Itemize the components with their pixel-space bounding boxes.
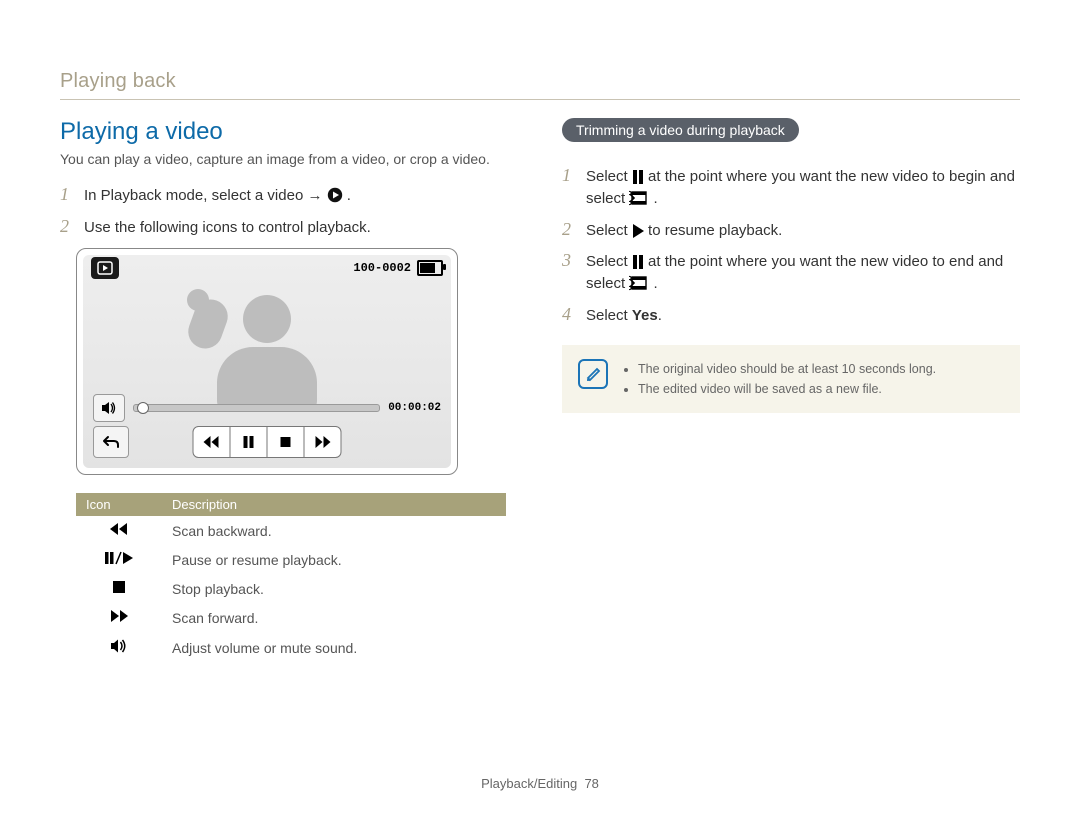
page: Playing back Playing a video You can pla… (0, 0, 1080, 815)
table-row: Scan backward. (76, 516, 506, 545)
pause-play-icon (76, 545, 162, 574)
table-cell-desc: Pause or resume playback. (162, 545, 506, 574)
table-row: Scan forward. (76, 603, 506, 632)
scan-forward-icon[interactable] (305, 426, 342, 458)
step-text: Select at the point where you want the n… (586, 166, 1020, 210)
trim-icon (629, 275, 649, 291)
trim-icon (629, 190, 649, 206)
speaker-icon[interactable] (93, 394, 125, 422)
icon-table: Icon Description Scan backward. (76, 493, 506, 663)
breadcrumb: Playing back (60, 70, 1020, 100)
battery-icon (417, 260, 443, 276)
step-text: Use the following icons to control playb… (84, 217, 518, 239)
table-row: Adjust volume or mute sound. (76, 632, 506, 663)
progress-row: 00:00:02 (93, 394, 441, 422)
trim-step-4: 4 Select Yes. (562, 305, 1020, 327)
step-number: 2 (562, 220, 576, 240)
step-1: 1 In Playback mode, select a video → . (60, 185, 518, 207)
speaker-icon (76, 632, 162, 663)
footer-section: Playback/Editing (481, 776, 577, 791)
stop-icon[interactable] (268, 426, 305, 458)
back-arrow-icon[interactable] (93, 426, 129, 458)
pause-icon (632, 255, 644, 269)
trim-step-1: 1 Select at the point where you want the… (562, 166, 1020, 210)
step-text: Select Yes. (586, 305, 1020, 327)
footer: Playback/Editing 78 (0, 776, 1080, 791)
right-column: Trimming a video during playback 1 Selec… (562, 118, 1020, 663)
progress-knob[interactable] (137, 402, 149, 414)
text-part: . (654, 275, 658, 292)
step-number: 4 (562, 305, 576, 325)
transport-row (93, 426, 441, 458)
text-part: to resume playback. (648, 222, 782, 239)
pause-icon (632, 170, 644, 184)
step-1-prefix: In Playback mode, select a video → (84, 187, 327, 204)
yes-label: Yes (632, 307, 658, 324)
note-item: The original video should be at least 10… (638, 359, 936, 379)
table-row: Pause or resume playback. (76, 545, 506, 574)
video-player-screenshot: 100-0002 00:00:02 (76, 248, 458, 475)
table-row: Stop playback. (76, 574, 506, 603)
status-bar: 100-0002 (83, 255, 451, 281)
note-item: The edited video will be saved as a new … (638, 379, 936, 399)
trim-step-2: 2 Select to resume playback. (562, 220, 1020, 242)
progress-container: 00:00:02 (133, 402, 441, 414)
step-1-suffix: . (347, 187, 351, 204)
table-header-desc: Description (162, 493, 506, 516)
page-title: Playing a video (60, 118, 518, 146)
table-header-icon: Icon (76, 493, 162, 516)
note-box: The original video should be at least 10… (562, 345, 1020, 413)
scan-forward-icon (76, 603, 162, 632)
scan-backward-icon (76, 516, 162, 545)
text-part: Select (586, 253, 632, 270)
table-cell-desc: Adjust volume or mute sound. (162, 632, 506, 663)
step-number: 1 (562, 166, 576, 186)
play-mode-icon (91, 257, 119, 279)
text-part: . (658, 307, 662, 324)
table-cell-desc: Scan backward. (162, 516, 506, 545)
text-part: Select (586, 222, 632, 239)
step-text: In Playback mode, select a video → . (84, 185, 518, 207)
pause-icon[interactable] (231, 426, 268, 458)
left-column: Playing a video You can play a video, ca… (60, 118, 518, 663)
table-cell-desc: Scan forward. (162, 603, 506, 632)
step-text: Select at the point where you want the n… (586, 251, 1020, 295)
file-index: 100-0002 (353, 261, 411, 275)
footer-page: 78 (584, 776, 598, 791)
text-part: Select (586, 307, 632, 324)
stop-icon (76, 574, 162, 603)
note-icon (578, 359, 608, 389)
columns: Playing a video You can play a video, ca… (60, 118, 1020, 663)
transport-controls (193, 426, 342, 458)
progress-bar[interactable] (133, 404, 380, 412)
step-text: Select to resume playback. (586, 220, 1020, 242)
scan-backward-icon[interactable] (193, 426, 231, 458)
text-part: Select (586, 168, 632, 185)
section-pill: Trimming a video during playback (562, 118, 799, 142)
text-part: at the point where you want the new vide… (586, 253, 1003, 292)
step-number: 1 (60, 185, 74, 205)
trim-step-3: 3 Select at the point where you want the… (562, 251, 1020, 295)
note-list: The original video should be at least 10… (622, 359, 936, 399)
play-triangle-icon (632, 224, 644, 238)
play-circle-icon (327, 187, 343, 203)
step-2: 2 Use the following icons to control pla… (60, 217, 518, 239)
text-part: at the point where you want the new vide… (586, 168, 1015, 207)
intro-text: You can play a video, capture an image f… (60, 150, 518, 169)
text-part: . (654, 190, 658, 207)
step-number: 2 (60, 217, 74, 237)
step-number: 3 (562, 251, 576, 271)
playback-time: 00:00:02 (388, 402, 441, 414)
table-cell-desc: Stop playback. (162, 574, 506, 603)
video-area: 100-0002 00:00:02 (83, 255, 451, 468)
